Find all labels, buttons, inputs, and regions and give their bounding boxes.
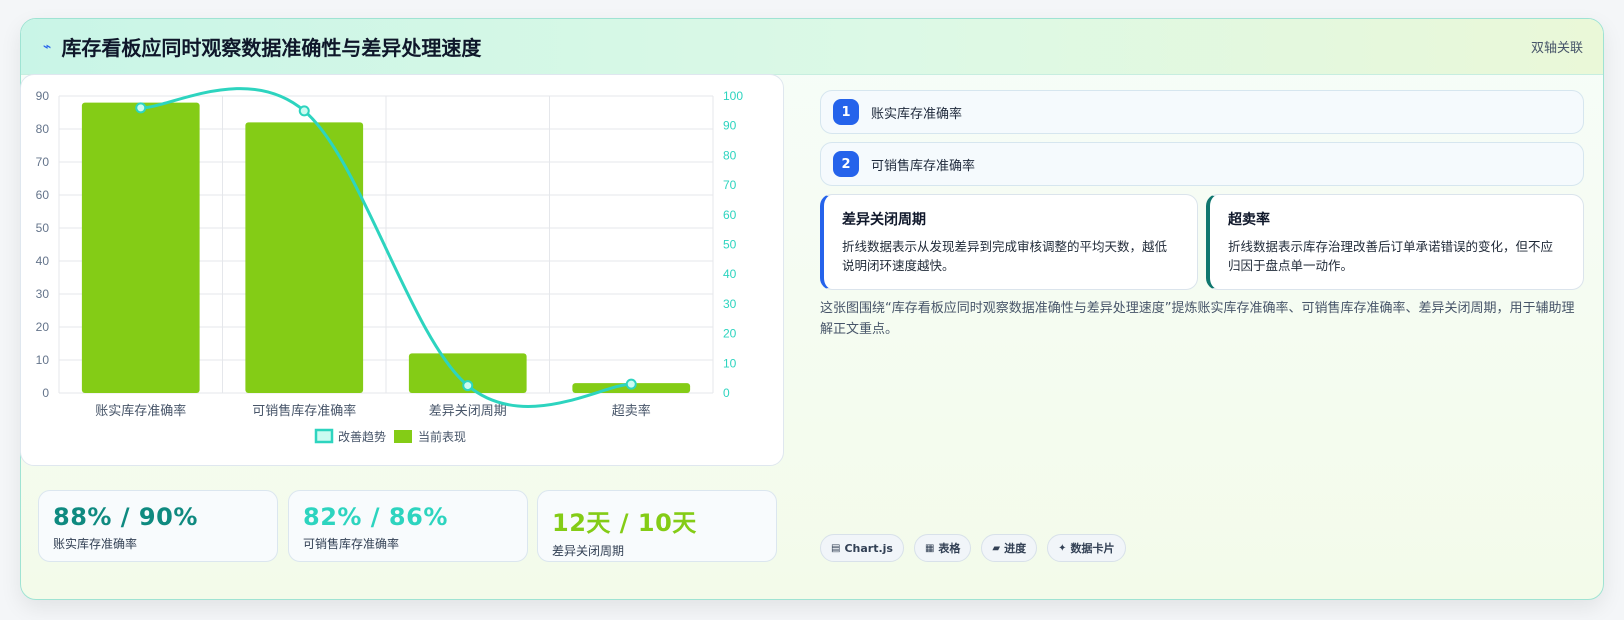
number-badge: 2 — [833, 151, 859, 177]
y-left-tick-label: 70 — [36, 155, 50, 169]
y-left-tick-label: 50 — [36, 221, 50, 235]
tag-chartjs[interactable]: ▤ Chart.js — [820, 534, 904, 562]
x-tick-label: 差异关闭周期 — [429, 404, 507, 419]
tag-label: 数据卡片 — [1070, 542, 1115, 555]
bar — [245, 122, 364, 394]
table-icon: ▦ — [924, 542, 935, 554]
y-left-tick-label: 40 — [36, 254, 50, 268]
y-right-tick-label: 60 — [723, 208, 737, 222]
x-tick-label: 可销售库存准确率 — [252, 403, 356, 419]
chart-container: 0 10 20 30 40 50 60 70 80 90 0 10 20 30 40 50 60 70 80 90 10… — [20, 74, 784, 466]
dual-axis-badge: 双轴关联 — [1530, 41, 1583, 56]
list-item-label: 可销售库存准确率 — [871, 158, 976, 174]
kpi-label: 差异关闭周期 — [552, 544, 625, 558]
tag-label: 表格 — [938, 542, 961, 555]
kpi-value: 82% / 86% — [303, 503, 448, 531]
trend-point — [298, 105, 310, 117]
kpi-card-1: 88% / 90% 账实库存准确率 — [38, 490, 278, 562]
trend-point — [462, 380, 474, 392]
y-right-tick-label: 90 — [723, 119, 737, 133]
y-right-tick-label: 100 — [723, 89, 743, 103]
trend-point — [135, 102, 147, 114]
legend-label: 当前表现 — [418, 429, 466, 444]
list-item[interactable]: 2 可销售库存准确率 — [820, 142, 1584, 186]
kpi-card-3: 12天 / 10天 差异关闭周期 — [537, 490, 777, 562]
y-right-tick-label: 70 — [723, 178, 737, 192]
note-title: 差异关闭周期 — [842, 212, 926, 228]
bar — [81, 102, 200, 393]
y-left-tick-label: 10 — [36, 353, 50, 367]
legend-swatch-bar — [394, 430, 412, 443]
bolt-icon: ⌁ — [43, 38, 52, 55]
combo-chart: 0 10 20 30 40 50 60 70 80 90 0 10 20 30 40 50 60 70 80 90 10… — [36, 87, 743, 444]
legend-label: 改善趋势 — [338, 429, 386, 444]
y-right-tick-label: 40 — [723, 267, 737, 281]
y-left-tick-label: 80 — [36, 122, 50, 136]
kpi-value: 88% / 90% — [53, 503, 198, 531]
kpi-value: 12天 / 10天 — [552, 509, 697, 537]
legend-swatch-trend — [314, 428, 334, 444]
page-title-text: 库存看板应同时观察数据准确性与差异处理速度 — [61, 36, 482, 60]
sparkle-icon: ✦ — [1058, 542, 1067, 554]
kpi-card-2: 82% / 86% 可销售库存准确率 — [288, 490, 528, 562]
note-text: 折线数据表示库存治理改善后订单承诺错误的变化，但不应归因于盘点单一动作。 — [1228, 239, 1554, 273]
progress-icon: ▰ — [992, 542, 1001, 554]
note-card: 超卖率 折线数据表示库存治理改善后订单承诺错误的变化，但不应归因于盘点单一动作。 — [1206, 194, 1584, 290]
chart-icon: ▤ — [831, 542, 841, 554]
list-item-label: 账实库存准确率 — [871, 106, 963, 122]
trend-point — [625, 378, 637, 390]
chart-description: 这张图围绕“库存看板应同时观察数据准确性与差异处理速度”提炼账实库存准确率、可销… — [820, 301, 1575, 337]
y-right-tick-label: 30 — [723, 297, 737, 311]
y-right-tick-label: 50 — [723, 238, 737, 252]
tag-table[interactable]: ▦ 表格 — [913, 534, 972, 562]
y-right-tick-label: 0 — [723, 386, 730, 400]
y-right-tick-label: 10 — [723, 356, 737, 370]
number-badge: 1 — [833, 99, 859, 125]
y-right-tick-label: 20 — [723, 327, 737, 341]
card-header: ⌁ 库存看板应同时观察数据准确性与差异处理速度 双轴关联 — [21, 19, 1603, 75]
note-text: 折线数据表示从发现差异到完成审核调整的平均天数，越低说明闭环速度越快。 — [842, 239, 1168, 273]
kpi-label: 可销售库存准确率 — [303, 537, 400, 551]
y-left-tick-label: 60 — [36, 188, 50, 202]
tag-data-card[interactable]: ✦ 数据卡片 — [1047, 534, 1126, 562]
y-left-tick-label: 30 — [36, 287, 50, 301]
tag-label: 进度 — [1004, 542, 1027, 555]
tag-label: Chart.js — [844, 541, 893, 555]
y-left-tick-label: 20 — [36, 320, 50, 334]
tag-list: ▤ Chart.js ▦ 表格 ▰ 进度 ✦ 数据卡片 — [820, 534, 1126, 562]
y-right-tick-label: 80 — [723, 148, 737, 162]
note-card: 差异关闭周期 折线数据表示从发现差异到完成审核调整的平均天数，越低说明闭环速度越… — [820, 194, 1198, 290]
tag-progress[interactable]: ▰ 进度 — [981, 534, 1038, 562]
y-left-tick-label: 90 — [36, 89, 50, 103]
list-item[interactable]: 1 账实库存准确率 — [820, 90, 1584, 134]
y-left-tick-label: 0 — [42, 386, 49, 400]
x-tick-label: 超卖率 — [612, 403, 651, 419]
note-title: 超卖率 — [1228, 212, 1270, 228]
x-tick-label: 账实库存准确率 — [95, 403, 186, 419]
page-title: ⌁ 库存看板应同时观察数据准确性与差异处理速度 — [43, 32, 481, 61]
kpi-label: 账实库存准确率 — [53, 537, 138, 551]
